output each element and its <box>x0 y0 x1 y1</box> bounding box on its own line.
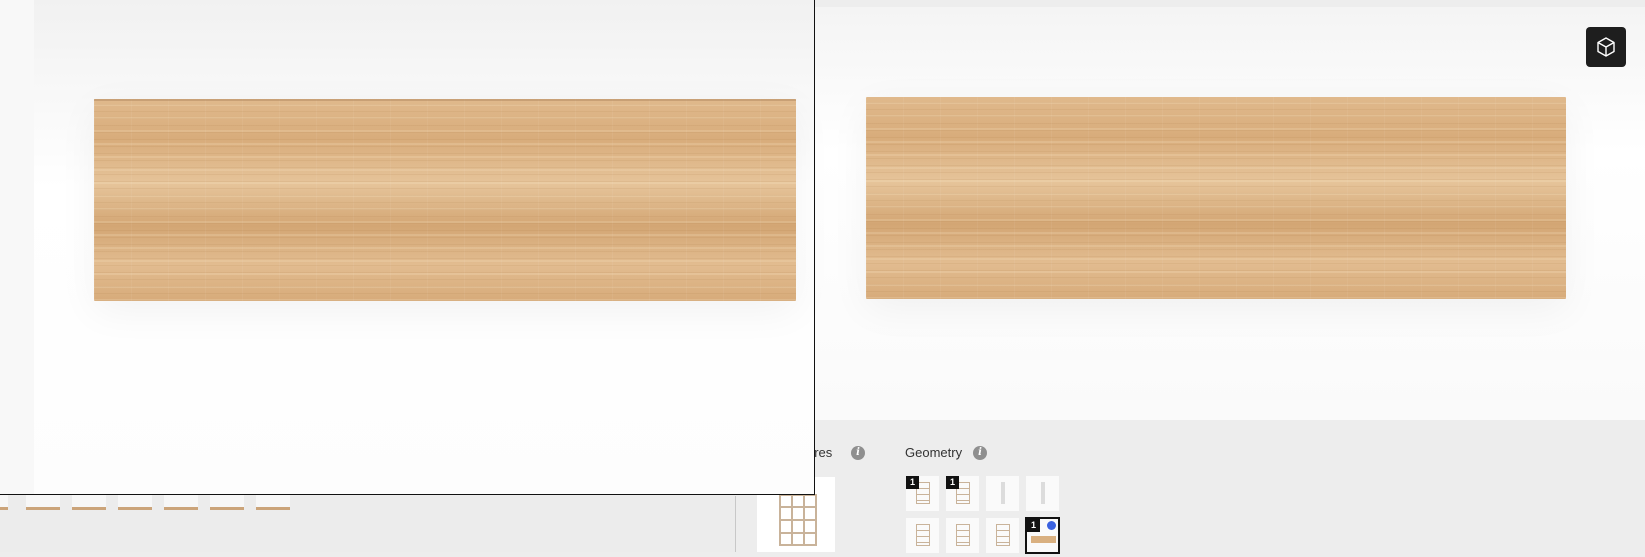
panel-divider <box>735 496 736 552</box>
shelf-icon <box>996 524 1010 546</box>
panel-icon <box>1041 482 1045 504</box>
shelf-icon <box>956 524 970 546</box>
geometry-option[interactable] <box>986 476 1019 511</box>
board-icon <box>1031 536 1056 543</box>
count-badge: 1 <box>906 476 919 489</box>
count-badge: 1 <box>1027 519 1040 532</box>
geometry-option[interactable]: 1 <box>906 476 939 511</box>
geometry-option[interactable] <box>946 518 979 553</box>
geometry-option-selected[interactable]: 1 <box>1025 517 1060 554</box>
geometry-option[interactable] <box>906 518 939 553</box>
geometry-label: Geometry <box>905 445 963 460</box>
geometry-option[interactable] <box>986 518 1019 553</box>
shelf-icon <box>916 524 930 546</box>
wood-board-preview <box>94 99 796 301</box>
geometry-option[interactable]: 1 <box>946 476 979 511</box>
wood-board-render <box>866 97 1566 299</box>
cube-icon <box>1597 37 1615 57</box>
view-3d-button[interactable] <box>1586 27 1626 67</box>
panel-icon <box>1001 482 1005 504</box>
info-icon[interactable]: i <box>851 446 865 460</box>
count-badge: 1 <box>946 476 959 489</box>
selected-indicator <box>1047 521 1056 530</box>
geometry-option[interactable] <box>1026 476 1059 511</box>
info-icon[interactable]: i <box>973 446 987 460</box>
preview-popup[interactable] <box>0 0 815 495</box>
popup-gutter <box>0 0 34 494</box>
